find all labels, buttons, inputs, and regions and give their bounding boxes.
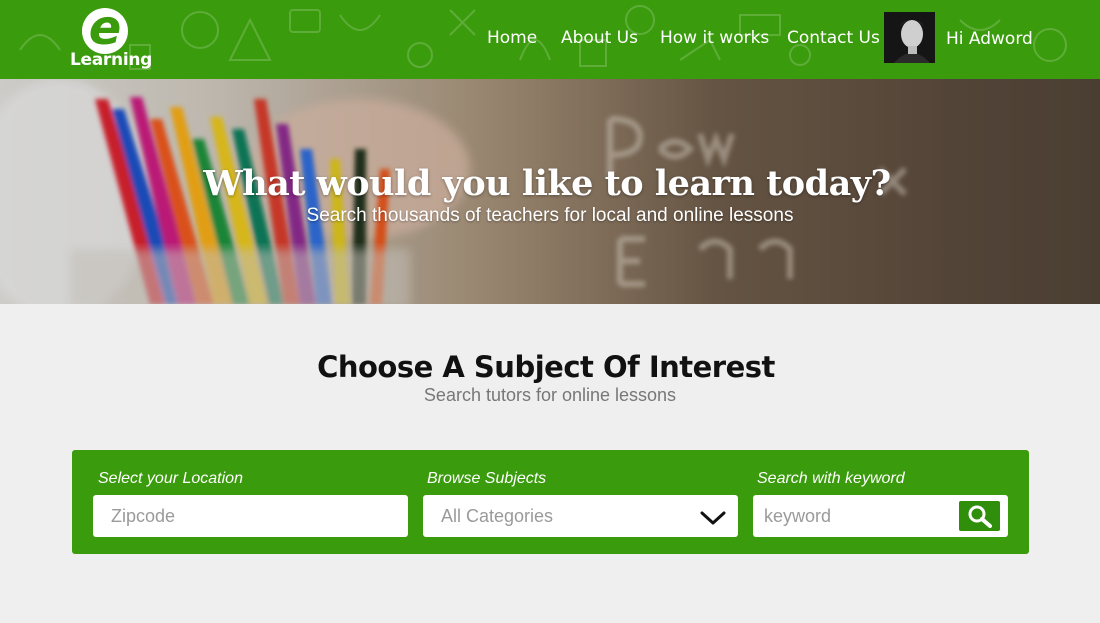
logo-letter: e [88,0,122,56]
logo-text: Learning [70,50,153,70]
nav-contact-us[interactable]: Contact Us [787,28,880,48]
chevron-down-icon [700,511,726,525]
doodle-background [19,5,1067,70]
keyword-field-wrapper [753,495,1008,537]
search-button[interactable] [959,501,1000,531]
elearning-logo[interactable]: e Learning [68,0,153,74]
nav-how-it-works[interactable]: How it works [660,28,769,48]
section-subtitle: Search tutors for online lessons [423,385,677,405]
subjects-label: Browse Subjects [427,470,547,487]
zipcode-field-wrapper [93,495,408,537]
category-select-value: All Categories [441,506,554,526]
user-greeting[interactable]: Hi Adword [946,29,1033,49]
hero-subtitle: Search thousands of teachers for local a… [306,205,794,226]
location-label: Select your Location [98,470,243,487]
avatar-portrait [884,12,935,63]
section-title: Choose A Subject Of Interest [317,350,775,384]
hero-title: What would you like to learn today? [203,163,891,204]
search-panel: Select your Location Browse Subjects All… [72,450,1029,554]
category-select[interactable]: All Categories [423,495,738,537]
user-avatar[interactable] [884,12,935,63]
nav-about-us[interactable]: About Us [561,28,638,48]
hero-banner: What would you like to learn today? Sear… [0,79,1100,304]
nav-home[interactable]: Home [487,28,537,48]
site-header: e Learning Home About Us How it works Co… [0,0,1100,79]
keyword-label: Search with keyword [757,470,905,487]
search-icon [968,505,992,528]
zipcode-input[interactable] [93,495,408,537]
